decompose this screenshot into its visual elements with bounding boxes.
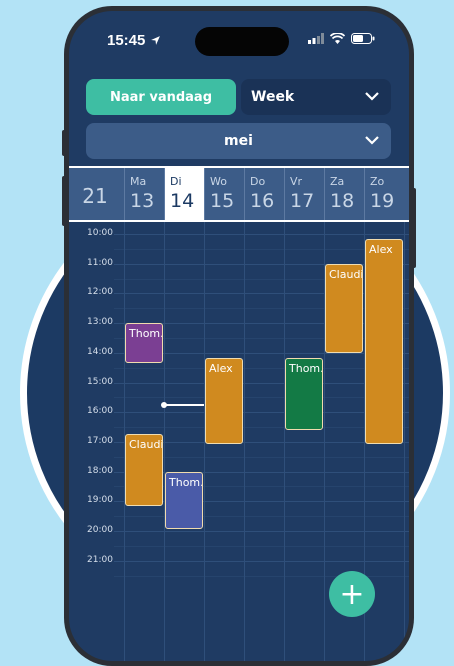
- day-header-za[interactable]: Za 18: [324, 168, 364, 220]
- event-alex[interactable]: Alex: [205, 357, 243, 445]
- hour-label: 17:00: [87, 435, 113, 446]
- day-date: 15: [210, 190, 235, 212]
- hour-label: 11:00: [87, 257, 113, 268]
- day-date: 14: [170, 190, 195, 212]
- hour-label: 21:00: [87, 554, 113, 565]
- day-date: 17: [290, 190, 315, 212]
- wifi-icon: [330, 33, 345, 44]
- event-claudi[interactable]: Claudi: [125, 434, 163, 507]
- day-header-wo[interactable]: Wo 15: [204, 168, 244, 220]
- hour-label: 12:00: [87, 287, 113, 298]
- plus-icon: +: [339, 576, 365, 612]
- month-select[interactable]: mei: [86, 123, 391, 159]
- battery-icon: [351, 33, 375, 44]
- day-name: Vr: [290, 175, 303, 188]
- day-name: Ma: [130, 175, 147, 188]
- day-gridline: [244, 222, 245, 661]
- phone-frame: 15:45 Naar vandaag Week mei 21 Ma 13 Di …: [64, 6, 414, 666]
- add-event-button[interactable]: +: [329, 571, 375, 617]
- hour-label: 20:00: [87, 525, 113, 535]
- app-screen: 15:45 Naar vandaag Week mei 21 Ma 13 Di …: [69, 11, 409, 661]
- status-time-text: 15:45: [107, 32, 146, 49]
- day-gridline: [404, 222, 405, 661]
- power-button: [412, 188, 416, 268]
- hour-label: 19:00: [87, 495, 113, 506]
- month-select-value: mei: [224, 133, 253, 149]
- hour-label: 15:00: [87, 376, 113, 387]
- hour-label: 10:00: [87, 228, 113, 238]
- event-thom[interactable]: Thom.: [125, 323, 163, 363]
- event-thom[interactable]: Thom.: [285, 357, 323, 430]
- day-name: Za: [330, 175, 345, 188]
- chevron-down-icon: [365, 136, 379, 145]
- hour-label: 13:00: [87, 317, 113, 328]
- day-date: 18: [330, 190, 355, 212]
- day-name: Zo: [370, 175, 385, 188]
- day-name: Wo: [210, 175, 227, 188]
- day-header-ma[interactable]: Ma 13: [124, 168, 164, 220]
- hour-label: 18:00: [87, 465, 113, 476]
- day-name: Di: [170, 175, 182, 188]
- event-claudi[interactable]: Claudi: [325, 263, 363, 353]
- event-thom[interactable]: Thom.: [165, 471, 203, 529]
- location-icon: [150, 36, 160, 45]
- week-header: 21 Ma 13 Di 14 Wo 15 Do 16 Vr 17 Za 18 Zo 19: [69, 168, 409, 220]
- status-icons: [308, 33, 375, 44]
- chevron-down-icon: [365, 92, 379, 101]
- day-header-di[interactable]: Di 14: [164, 168, 204, 220]
- signal-icon: [308, 33, 324, 44]
- hour-label: 16:00: [87, 406, 113, 417]
- dynamic-island: [195, 27, 289, 56]
- day-header-vr[interactable]: Vr 17: [284, 168, 324, 220]
- day-date: 16: [250, 190, 275, 212]
- current-time-line: [164, 404, 204, 406]
- day-date: 13: [130, 190, 155, 212]
- hour-label: 14:00: [87, 346, 113, 357]
- day-gridline: [284, 222, 285, 661]
- status-time: 15:45: [107, 32, 161, 49]
- week-number: 21: [82, 184, 108, 208]
- day-name: Do: [250, 175, 266, 188]
- day-gridline: [164, 222, 165, 661]
- view-select[interactable]: Week: [241, 79, 391, 115]
- today-button-label: Naar vandaag: [109, 89, 213, 105]
- day-header-do[interactable]: Do 16: [244, 168, 284, 220]
- day-header-zo[interactable]: Zo 19: [364, 168, 404, 220]
- volume-up-button: [62, 130, 66, 156]
- event-alex[interactable]: Alex: [365, 238, 403, 445]
- view-select-value: Week: [251, 89, 295, 105]
- volume-down-button: [62, 176, 66, 226]
- day-date: 19: [370, 190, 395, 212]
- today-button[interactable]: Naar vandaag: [86, 79, 236, 115]
